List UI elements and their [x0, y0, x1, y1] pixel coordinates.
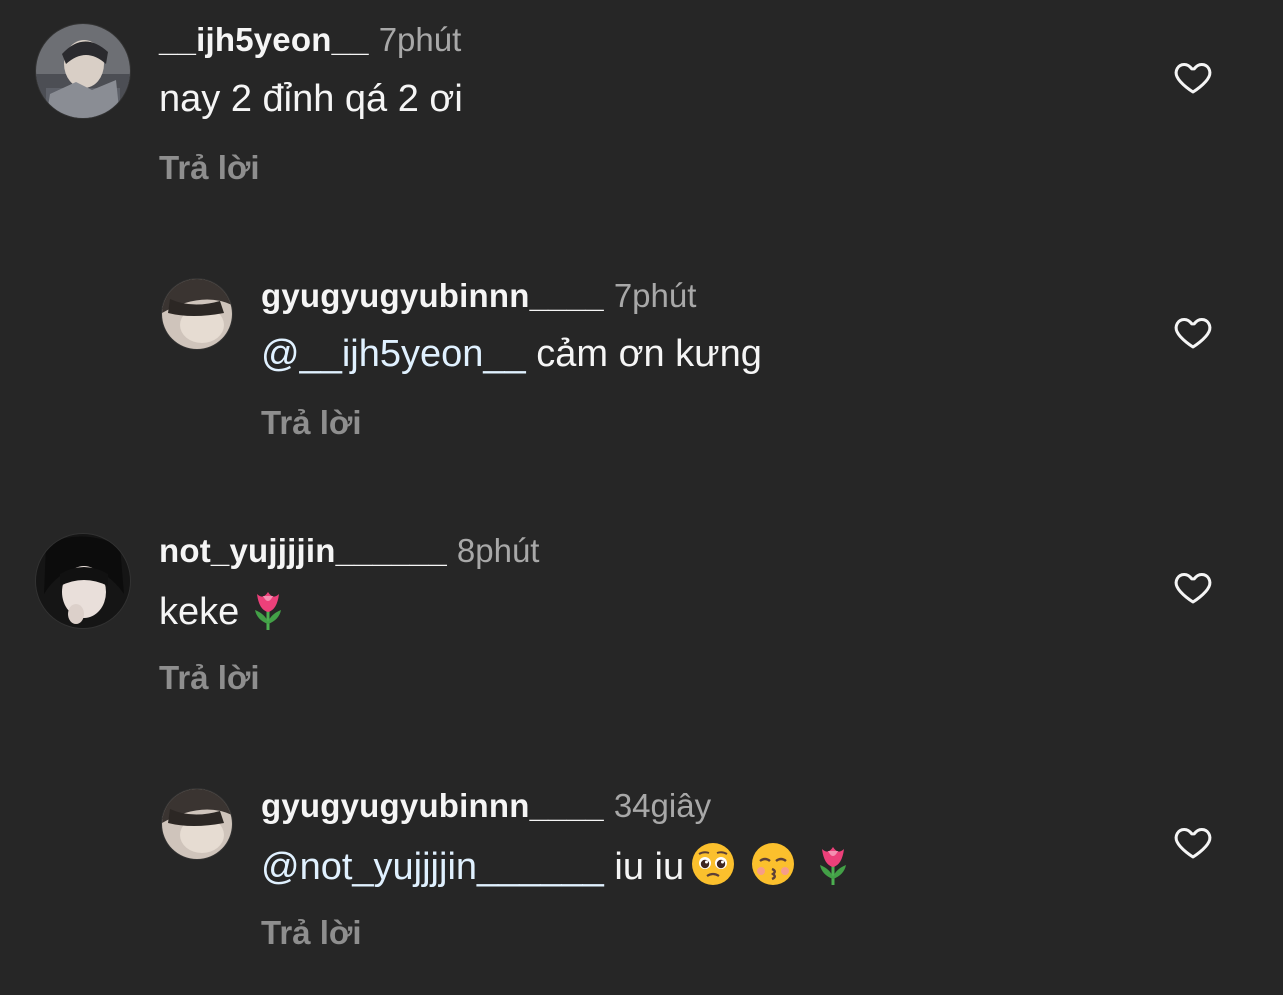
avatar[interactable]	[36, 534, 130, 628]
timestamp: 7phút	[613, 277, 697, 314]
comment-header: gyugyugyubinnn____ 34giây	[261, 786, 711, 826]
heart-outline-icon[interactable]	[1172, 57, 1214, 97]
username[interactable]: gyugyugyubinnn____	[261, 787, 604, 824]
avatar[interactable]	[162, 279, 232, 349]
comment-text: @__ijh5yeon__ cảm ơn kưng	[261, 331, 762, 377]
comment-header: __ijh5yeon__ 7phút	[159, 20, 461, 60]
kissing-face-emoji	[750, 841, 796, 887]
comment-body: iu iu	[603, 846, 685, 888]
comment-body: nay 2 đỉnh qá 2 ơi	[159, 78, 463, 120]
reply-button[interactable]: Trả lời	[159, 148, 260, 188]
tulip-emoji	[245, 586, 291, 632]
reply-button[interactable]: Trả lời	[159, 658, 260, 698]
heart-outline-icon[interactable]	[1172, 312, 1214, 352]
comment-body: cảm ơn kưng	[525, 333, 762, 375]
comment-text: @not_yujjjjin______ iu iu	[261, 841, 856, 890]
comment-text: keke	[159, 586, 291, 635]
comment-text: nay 2 đỉnh qá 2 ơi	[159, 76, 463, 122]
avatar[interactable]	[162, 789, 232, 859]
username[interactable]: not_yujjjjin______	[159, 532, 447, 569]
comment-header: gyugyugyubinnn____ 7phút	[261, 276, 696, 316]
reply-button[interactable]: Trả lời	[261, 403, 362, 443]
timestamp: 34giây	[613, 787, 712, 824]
reply-button[interactable]: Trả lời	[261, 913, 362, 953]
tulip-emoji	[810, 841, 856, 887]
comment-body: keke	[159, 591, 240, 633]
timestamp: 7phút	[378, 21, 462, 58]
mention-link[interactable]: @not_yujjjjin______	[261, 846, 604, 888]
username[interactable]: gyugyugyubinnn____	[261, 277, 604, 314]
avatar[interactable]	[36, 24, 130, 118]
timestamp: 8phút	[456, 532, 540, 569]
pleading-face-emoji	[690, 841, 736, 887]
mention-link[interactable]: @__ijh5yeon__	[261, 333, 526, 375]
heart-outline-icon[interactable]	[1172, 822, 1214, 862]
username[interactable]: __ijh5yeon__	[159, 21, 369, 58]
heart-outline-icon[interactable]	[1172, 567, 1214, 607]
comment-header: not_yujjjjin______ 8phút	[159, 531, 539, 571]
